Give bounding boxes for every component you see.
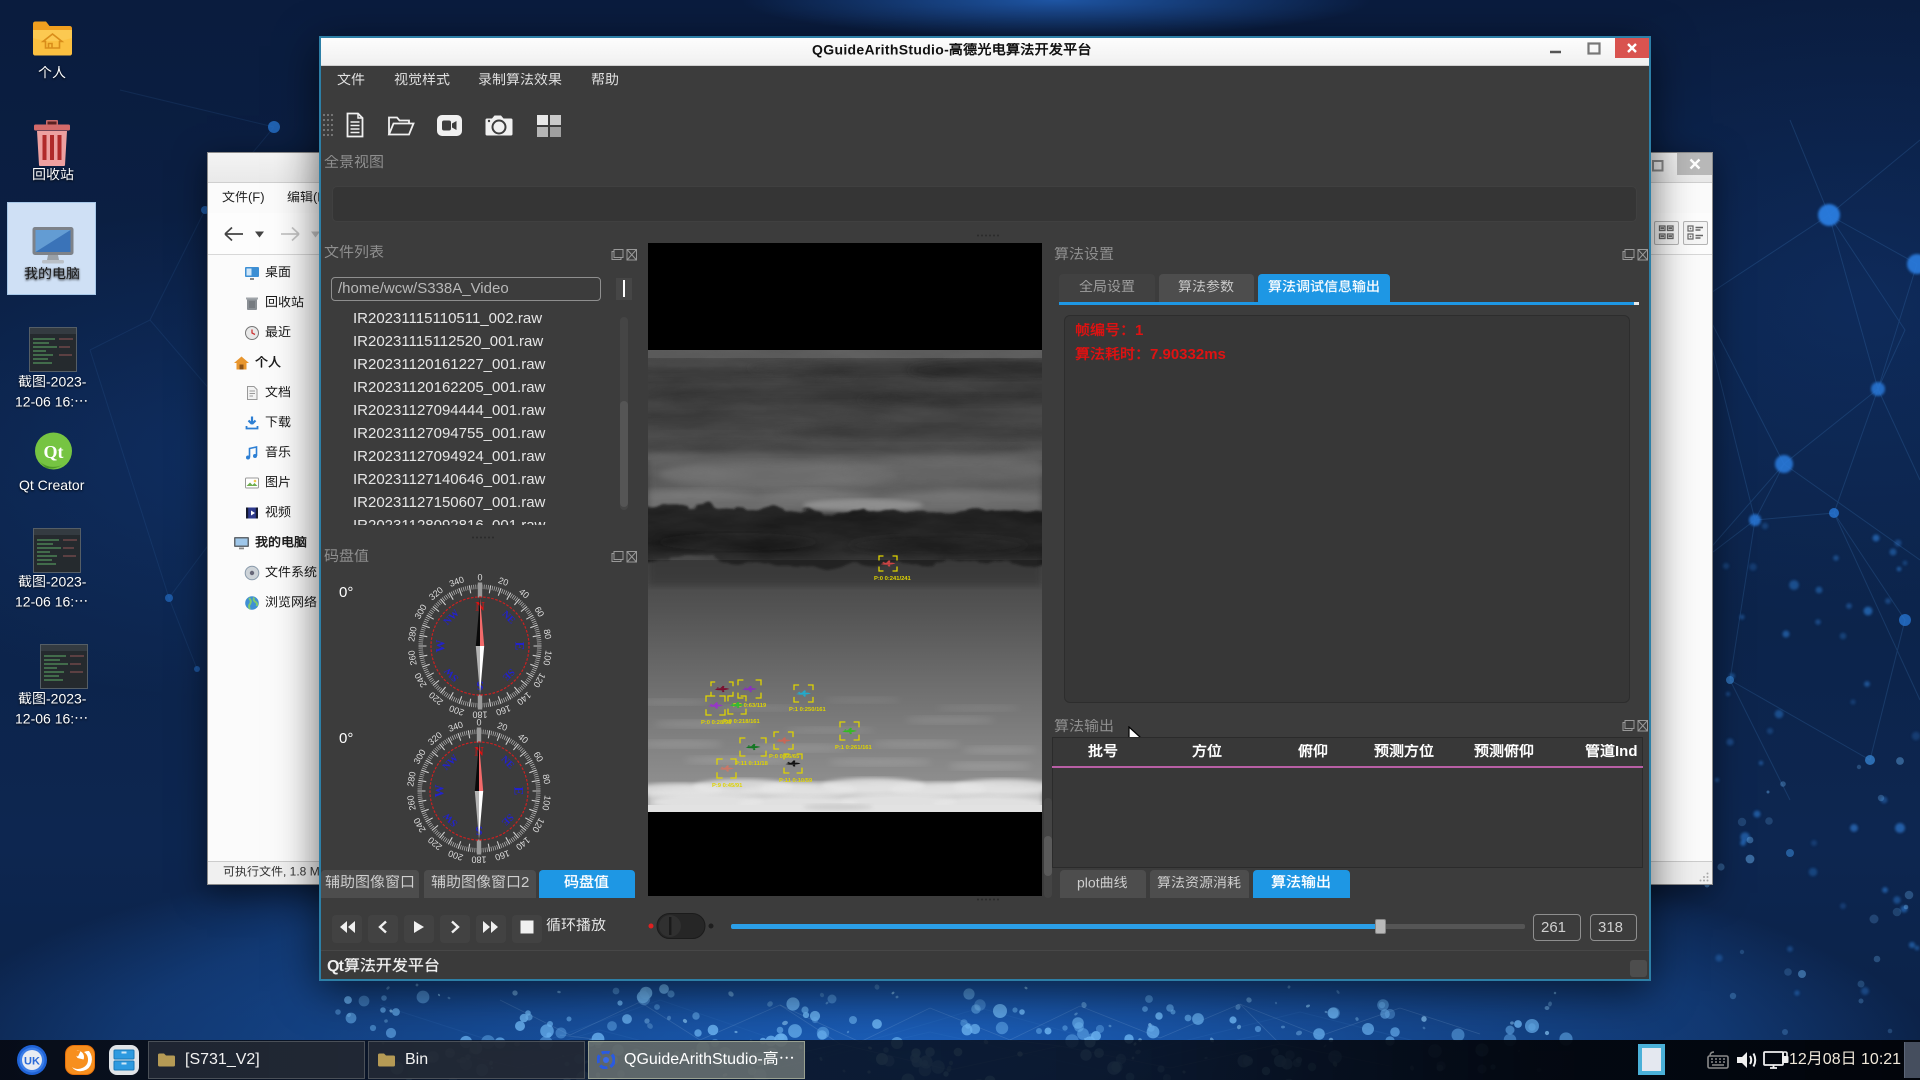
svg-text:Ind: Ind (1615, 744, 1637, 760)
svg-text:60: 60 (531, 750, 545, 764)
svg-text:10:21: 10:21 (1857, 1051, 1902, 1068)
svg-text:-2023-: -2023- (46, 692, 87, 706)
svg-text:160: 160 (494, 848, 512, 863)
svg-text:E: E (513, 642, 528, 651)
svg-text:P:0 0:241/241: P:0 0:241/241 (874, 576, 912, 582)
svg-text:(F): (F) (248, 191, 265, 205)
svg-text:12-06 16:: 12-06 16: (15, 595, 74, 609)
svg-text:2: 2 (521, 875, 529, 891)
svg-text:100: 100 (541, 650, 553, 667)
svg-text:20: 20 (496, 720, 509, 733)
svg-text:NE: NE (498, 754, 516, 772)
svg-text:W: W (432, 785, 447, 798)
svg-text:240: 240 (412, 816, 428, 834)
svg-text:0: 0 (477, 573, 482, 583)
svg-text:P:1 0:250/161: P:1 0:250/161 (789, 707, 827, 713)
svg-text:1: 1 (1135, 323, 1143, 339)
svg-text:12: 12 (1789, 1051, 1807, 1068)
svg-text:40: 40 (516, 731, 530, 745)
svg-text:P:11 0:10/59: P:11 0:10/59 (779, 778, 813, 784)
svg-text:340: 340 (447, 719, 465, 734)
svg-text:NW: NW (442, 608, 462, 628)
svg-text:SE: SE (500, 666, 517, 683)
svg-text:300: 300 (412, 748, 428, 766)
svg-text:0: 0 (476, 718, 481, 728)
svg-text:E: E (512, 787, 527, 796)
svg-text:140: 140 (514, 835, 532, 852)
svg-text:100: 100 (540, 795, 552, 812)
svg-text:UK: UK (24, 1056, 40, 1068)
svg-text:240: 240 (413, 671, 429, 689)
svg-text:320: 320 (427, 585, 445, 602)
svg-text:40: 40 (517, 586, 531, 600)
svg-text:200: 200 (447, 848, 465, 863)
svg-text:120: 120 (531, 671, 547, 689)
svg-text:140: 140 (515, 690, 533, 707)
svg-text:300: 300 (413, 603, 429, 621)
svg-text:SE: SE (499, 811, 516, 828)
svg-text:08: 08 (1823, 1051, 1841, 1068)
svg-text:W: W (433, 640, 448, 653)
svg-text:NE: NE (499, 609, 517, 627)
svg-text:12-06 16:: 12-06 16: (15, 395, 74, 409)
svg-text:60: 60 (532, 605, 546, 619)
svg-text:180: 180 (471, 855, 486, 865)
svg-text:-2023-: -2023- (46, 575, 87, 589)
svg-text:120: 120 (530, 816, 546, 834)
svg-text:-2023-: -2023- (46, 375, 87, 389)
svg-text:80: 80 (541, 773, 553, 785)
svg-text:Qt: Qt (44, 442, 64, 462)
svg-text:12-06 16:: 12-06 16: (15, 712, 74, 726)
svg-text:260: 260 (405, 795, 417, 812)
svg-text:320: 320 (426, 730, 444, 747)
svg-text:20: 20 (497, 575, 510, 588)
svg-text:Qt Creator: Qt Creator (19, 477, 85, 493)
svg-text:P:0 0:218/161: P:0 0:218/161 (723, 719, 761, 725)
svg-text:340: 340 (448, 574, 466, 589)
svg-text:280: 280 (406, 626, 418, 643)
svg-text:7.90332ms: 7.90332ms (1150, 347, 1226, 363)
svg-text:220: 220 (427, 690, 445, 707)
svg-text:NW: NW (441, 753, 461, 773)
svg-text:P:9 0:45/91: P:9 0:45/91 (712, 783, 743, 789)
svg-text:220: 220 (426, 835, 444, 852)
svg-text:260: 260 (406, 650, 418, 667)
svg-text:280: 280 (405, 771, 417, 788)
svg-text:plot: plot (1077, 876, 1100, 890)
svg-text:QGuideArithStudio-: QGuideArithStudio- (812, 43, 949, 57)
svg-text:P:11 0:11/18: P:11 0:11/18 (735, 761, 769, 767)
svg-text:P:1 0:261/161: P:1 0:261/161 (835, 745, 873, 751)
svg-text:QGuideArithStudio-: QGuideArithStudio- (624, 1051, 763, 1068)
svg-text:80: 80 (542, 628, 554, 640)
svg-text:Qt: Qt (327, 958, 345, 975)
